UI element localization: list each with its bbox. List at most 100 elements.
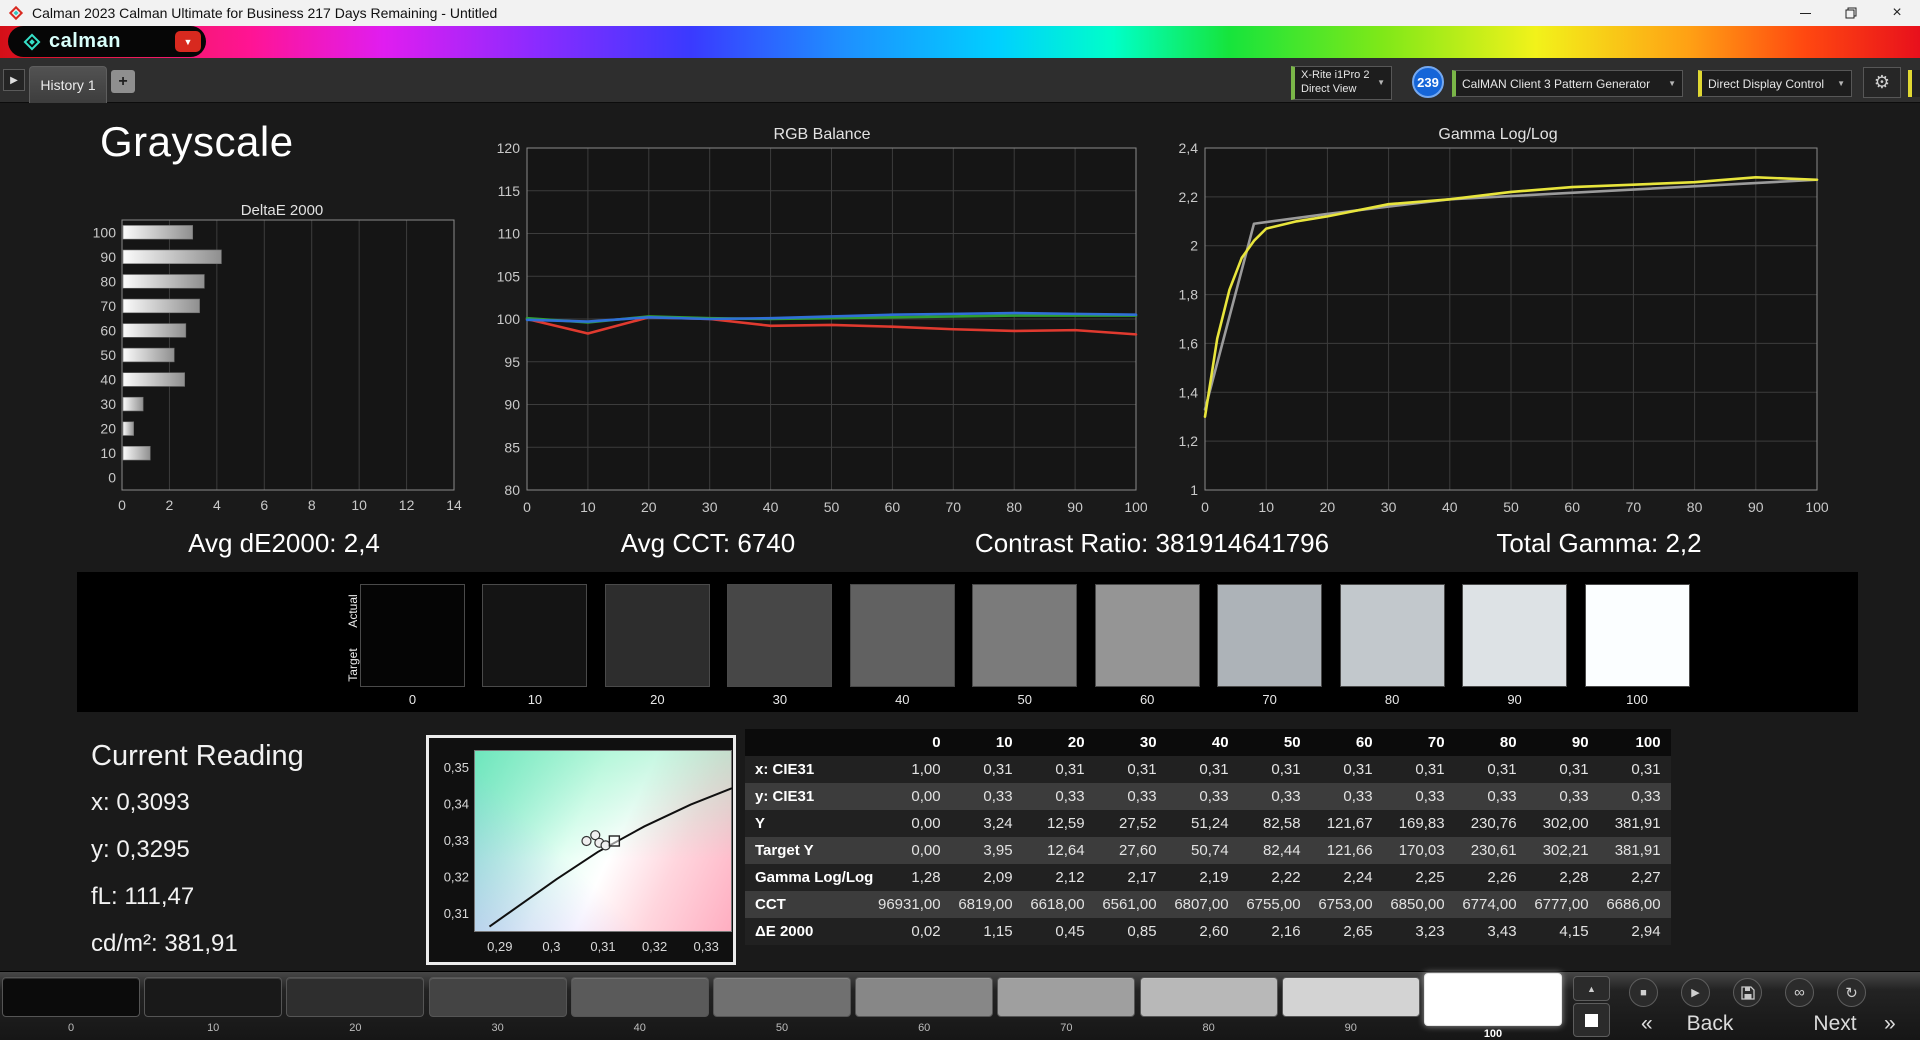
table-cell: 0,31 — [1343, 761, 1373, 778]
table-cell: 96931,00 — [878, 896, 941, 913]
play-button[interactable]: ▶ — [1681, 978, 1710, 1007]
settings-button[interactable]: ⚙ — [1863, 67, 1901, 98]
table-cell: 2,24 — [1343, 869, 1373, 886]
pattern-patch[interactable] — [1424, 973, 1562, 1026]
restore-icon — [1845, 7, 1857, 19]
play-icon: ▶ — [1691, 987, 1700, 999]
svg-text:100: 100 — [93, 224, 117, 240]
table-cell: 6850,00 — [1390, 896, 1445, 913]
history-nav-button[interactable]: ▶ — [3, 69, 25, 91]
pattern-patch[interactable] — [997, 977, 1136, 1017]
table-cell: 6774,00 — [1462, 896, 1517, 913]
table-row: CCT 96931,00 6819,00 6618,00 6561,00 6807,00 6… — [745, 891, 1671, 918]
svg-text:105: 105 — [497, 268, 521, 284]
pattern-patch[interactable] — [428, 977, 567, 1017]
restore-button[interactable] — [1828, 0, 1874, 26]
panel-expand-button[interactable]: ▲ — [1573, 976, 1610, 1001]
svg-text:80: 80 — [1006, 499, 1022, 515]
ramp-swatch-label: 70 — [1262, 692, 1277, 707]
calman-logo: calman ▼ — [8, 26, 206, 57]
svg-text:50: 50 — [1503, 499, 1519, 515]
avg-de2000-readout: Avg dE2000: 2,4 — [188, 528, 380, 558]
meter-count-badge[interactable]: 239 — [1412, 66, 1444, 98]
svg-text:4: 4 — [213, 497, 221, 513]
table-cell: 6618,00 — [1030, 896, 1085, 913]
ramp-swatch-label: 40 — [895, 692, 910, 707]
table-cell: 2,22 — [1271, 869, 1301, 886]
table-cell: 2,25 — [1415, 869, 1445, 886]
pattern-patch[interactable] — [1139, 977, 1278, 1017]
meter-selector[interactable]: X-Rite i1Pro 2 Direct View ▼ — [1291, 66, 1392, 100]
svg-text:70: 70 — [946, 499, 962, 515]
svg-text:20: 20 — [1320, 499, 1336, 515]
continuous-measure-button[interactable]: ∞ — [1785, 978, 1814, 1007]
table-cell: 0,33 — [1271, 788, 1301, 805]
refresh-button[interactable]: ↻ — [1837, 978, 1866, 1007]
back-chevron-icon[interactable]: « — [1641, 1012, 1653, 1036]
ramp-swatch — [1339, 584, 1445, 687]
reading-cdm2: cd/m²: 381,91 — [91, 930, 238, 957]
table-cell: 3,43 — [1487, 923, 1517, 940]
current-reading-heading: Current Reading — [91, 740, 304, 772]
table-cell: 0,00 — [911, 815, 941, 832]
ramp-swatch — [1462, 584, 1568, 687]
pattern-generator-selector[interactable]: CalMAN Client 3 Pattern Generator ▼ — [1452, 70, 1683, 97]
svg-text:40: 40 — [100, 372, 116, 388]
svg-text:50: 50 — [100, 347, 116, 363]
table-cell: 0,31 — [1127, 761, 1157, 778]
table-cell: 12,64 — [1047, 842, 1085, 859]
table-cell: 2,65 — [1343, 923, 1373, 940]
pattern-patch[interactable] — [713, 977, 851, 1017]
table-cell: 2,17 — [1127, 869, 1157, 886]
table-row-label: Y — [755, 815, 766, 832]
stop-button[interactable]: ■ — [1629, 978, 1658, 1007]
table-cell: 6561,00 — [1102, 896, 1157, 913]
save-icon — [1740, 985, 1755, 1000]
tab-history-1[interactable]: History 1 — [29, 66, 107, 103]
table-row-label: x: CIE31 — [755, 761, 815, 778]
table-corner — [745, 729, 878, 756]
ramp-swatches: Actual Target 0 10 20 30 40 50 60 70 80 90 100 — [77, 572, 1858, 712]
svg-text:90: 90 — [1067, 499, 1083, 515]
table-cell: 3,24 — [983, 815, 1013, 832]
table-row-label: CCT — [755, 896, 786, 913]
next-chevron-icon[interactable]: » — [1884, 1012, 1896, 1036]
table-cell: 302,21 — [1542, 842, 1589, 859]
table-cell: 27,60 — [1119, 842, 1157, 859]
pattern-patch[interactable] — [570, 977, 709, 1017]
next-button[interactable]: Next — [1790, 1012, 1880, 1036]
table-row: y: CIE31 0,00 0,33 0,33 0,33 0,33 0,33 0,33 0,33… — [745, 783, 1671, 810]
pattern-patch-label: 50 — [775, 1022, 789, 1034]
svg-text:20: 20 — [641, 499, 657, 515]
svg-text:0,33: 0,33 — [694, 939, 719, 954]
chevron-down-icon: ▼ — [1377, 78, 1385, 87]
pattern-patch[interactable] — [286, 977, 425, 1017]
pattern-patch[interactable] — [2, 977, 140, 1017]
svg-text:0,35: 0,35 — [444, 760, 469, 775]
main-menu-button[interactable]: ▼ — [175, 31, 201, 52]
table-row: Gamma Log/Log 1,28 2,09 2,12 2,17 2,19 2,22 2,2… — [745, 864, 1671, 891]
display-control-selector[interactable]: Direct Display Control ▼ — [1698, 70, 1852, 97]
save-button[interactable] — [1733, 978, 1762, 1007]
pattern-patch[interactable] — [855, 977, 994, 1017]
table-cell: 170,03 — [1398, 842, 1445, 859]
back-button[interactable]: Back — [1665, 1012, 1755, 1036]
add-tab-button[interactable]: + — [111, 70, 135, 93]
table-cell: 2,09 — [983, 869, 1013, 886]
svg-text:60: 60 — [885, 499, 901, 515]
ramp-swatch-label: 80 — [1384, 692, 1400, 707]
pattern-patch[interactable] — [1281, 977, 1420, 1017]
close-button[interactable]: × — [1874, 0, 1920, 26]
pattern-window-button[interactable] — [1573, 1003, 1610, 1037]
title-bar: Calman 2023 Calman Ultimate for Business… — [0, 0, 1920, 26]
table-cell: 230,61 — [1470, 842, 1517, 859]
table-cell: 381,91 — [1614, 815, 1661, 832]
table-cell: 0,31 — [1487, 761, 1517, 778]
svg-text:30: 30 — [1381, 499, 1397, 515]
pattern-patch[interactable] — [144, 977, 283, 1017]
pattern-patch-label: 100 — [1483, 1028, 1503, 1040]
ramp-swatch-label: 20 — [650, 692, 665, 707]
bottom-bar: 0 10 20 30 40 50 60 70 80 90 100 ▲ ■ ▶ ∞ ↻ « Back … — [0, 971, 1920, 1040]
table-cell: 4,15 — [1559, 923, 1589, 940]
minimize-button[interactable] — [1782, 0, 1828, 26]
